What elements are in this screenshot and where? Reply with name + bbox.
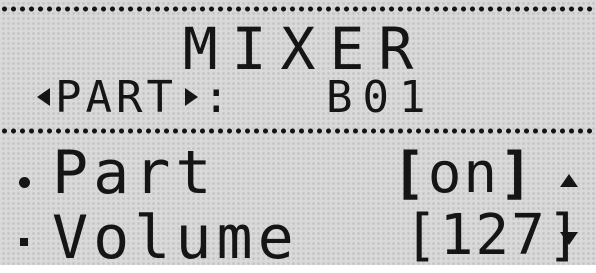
bracket-open: [ [392,141,428,206]
header-dotted-divider [0,128,596,134]
bracket-open: [ [404,203,440,268]
bracket-close: ] [499,141,535,206]
row-volume-value-text: 127 [439,203,547,268]
top-dotted-divider [0,6,596,12]
row-part-value-text: on [427,141,500,206]
scroll-up-icon[interactable] [560,174,578,187]
row-volume-value[interactable]: [127] [404,208,583,264]
left-arrow-icon[interactable] [37,88,50,106]
row-part-label[interactable]: Part [52,143,217,203]
part-selector-value[interactable]: B01 [326,76,435,120]
scroll-down-icon[interactable] [560,232,578,245]
row-marker-icon [20,238,28,246]
part-selector-label: PART [55,72,177,123]
lcd-screen: MIXER PART : B01 Part [on] Volume [127] [0,0,596,268]
right-arrow-icon[interactable] [185,88,198,106]
part-selector-separator: : [203,72,230,123]
row-part-value[interactable]: [on] [392,146,535,202]
row-volume-label[interactable]: Volume [52,208,299,268]
screen-title: MIXER [182,15,428,83]
selection-marker-icon [19,177,30,188]
